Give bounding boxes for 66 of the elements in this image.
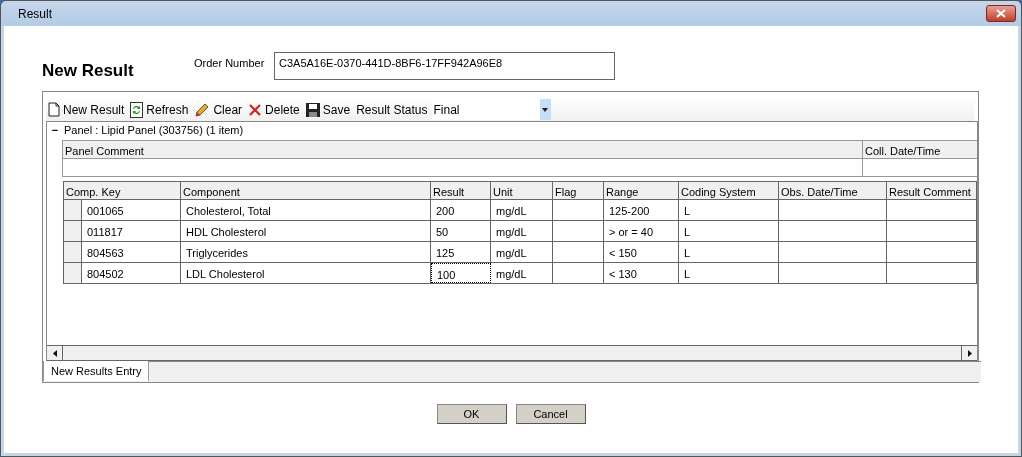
table-cell[interactable]: L — [679, 200, 779, 220]
table-cell[interactable]: HDL Cholesterol — [181, 221, 431, 241]
column-header[interactable]: Obs. Date/Time — [779, 182, 887, 199]
dialog-button[interactable]: Cancel — [515, 404, 586, 424]
order-number-field[interactable]: C3A5A16E-0370-441D-8BF6-17FF942A96E8 — [274, 52, 615, 80]
table-cell[interactable]: < 130 — [604, 263, 679, 283]
toolbar-button[interactable]: Save — [303, 99, 353, 120]
window-title: Result — [18, 5, 52, 23]
table-cell[interactable]: L — [679, 263, 779, 283]
column-header[interactable]: Comp. Key — [64, 182, 181, 199]
table-cell[interactable]: 804563 — [82, 242, 181, 262]
dialog-button[interactable]: OK — [436, 404, 507, 424]
panel-title: Panel : Lipid Panel (303756) (1 item) — [64, 122, 244, 138]
column-header[interactable]: Range — [604, 182, 679, 199]
dropdown-arrow-icon — [542, 107, 548, 112]
result-status-label: Result Status — [356, 101, 428, 119]
order-number-label: Order Number — [194, 56, 266, 72]
row-header[interactable] — [64, 263, 82, 283]
table-cell[interactable]: mg/dL — [491, 242, 553, 262]
table-cell[interactable]: L — [679, 242, 779, 262]
close-button[interactable] — [986, 5, 1016, 22]
table-cell[interactable]: L — [679, 221, 779, 241]
page-icon — [48, 102, 60, 117]
table-cell[interactable]: mg/dL — [491, 200, 553, 220]
table-cell[interactable]: mg/dL — [491, 263, 553, 283]
row-header[interactable] — [64, 221, 82, 241]
refresh-icon — [130, 101, 144, 118]
table-cell[interactable]: 125-200 — [604, 200, 679, 220]
table-cell[interactable]: Cholesterol, Total — [181, 200, 431, 220]
table-cell[interactable]: 200 — [431, 200, 491, 220]
table-cell[interactable]: 100 — [431, 263, 491, 283]
table-cell[interactable]: 011817 — [82, 221, 181, 241]
table-cell[interactable]: 125 — [431, 242, 491, 262]
column-header: Panel Comment — [63, 141, 863, 158]
column-header[interactable]: Unit — [491, 182, 553, 199]
table-cell[interactable]: 001065 — [82, 200, 181, 220]
table-cell[interactable]: > or = 40 — [604, 221, 679, 241]
collapse-toggle[interactable]: − — [50, 124, 60, 136]
column-header[interactable]: Component — [181, 182, 431, 199]
scroll-left-icon[interactable] — [52, 349, 57, 357]
close-icon — [996, 9, 1006, 18]
save-icon — [305, 102, 320, 117]
tab[interactable]: New Results Entry — [43, 361, 150, 381]
row-header[interactable] — [64, 200, 82, 220]
row-header[interactable] — [64, 242, 82, 262]
column-header[interactable]: Result Comment — [887, 182, 977, 199]
table-cell[interactable]: 804502 — [82, 263, 181, 283]
table-cell[interactable]: mg/dL — [491, 221, 553, 241]
toolbar-button[interactable]: Clear — [192, 99, 245, 120]
scroll-right-icon[interactable] — [967, 349, 972, 357]
heading: New Result — [42, 60, 135, 83]
toolbar-button[interactable]: New Result — [46, 99, 127, 120]
table-cell[interactable]: < 150 — [604, 242, 679, 262]
horizontal-scrollbar[interactable] — [47, 345, 977, 361]
column-header: Coll. Date/Time — [863, 141, 977, 158]
close-icon — [248, 102, 263, 117]
table-cell[interactable]: Triglycerides — [181, 242, 431, 262]
column-header[interactable]: Coding System — [679, 182, 779, 199]
table-cell[interactable]: 50 — [431, 221, 491, 241]
toolbar-button[interactable]: Refresh — [128, 99, 191, 120]
column-header[interactable]: Flag — [553, 182, 604, 199]
toolbar-button[interactable]: Delete — [246, 99, 302, 120]
column-header[interactable]: Result — [431, 182, 491, 199]
pencil-icon — [194, 101, 211, 118]
result-status-dropdown[interactable]: Final — [431, 99, 551, 120]
table-cell[interactable]: LDL Cholesterol — [181, 263, 431, 283]
